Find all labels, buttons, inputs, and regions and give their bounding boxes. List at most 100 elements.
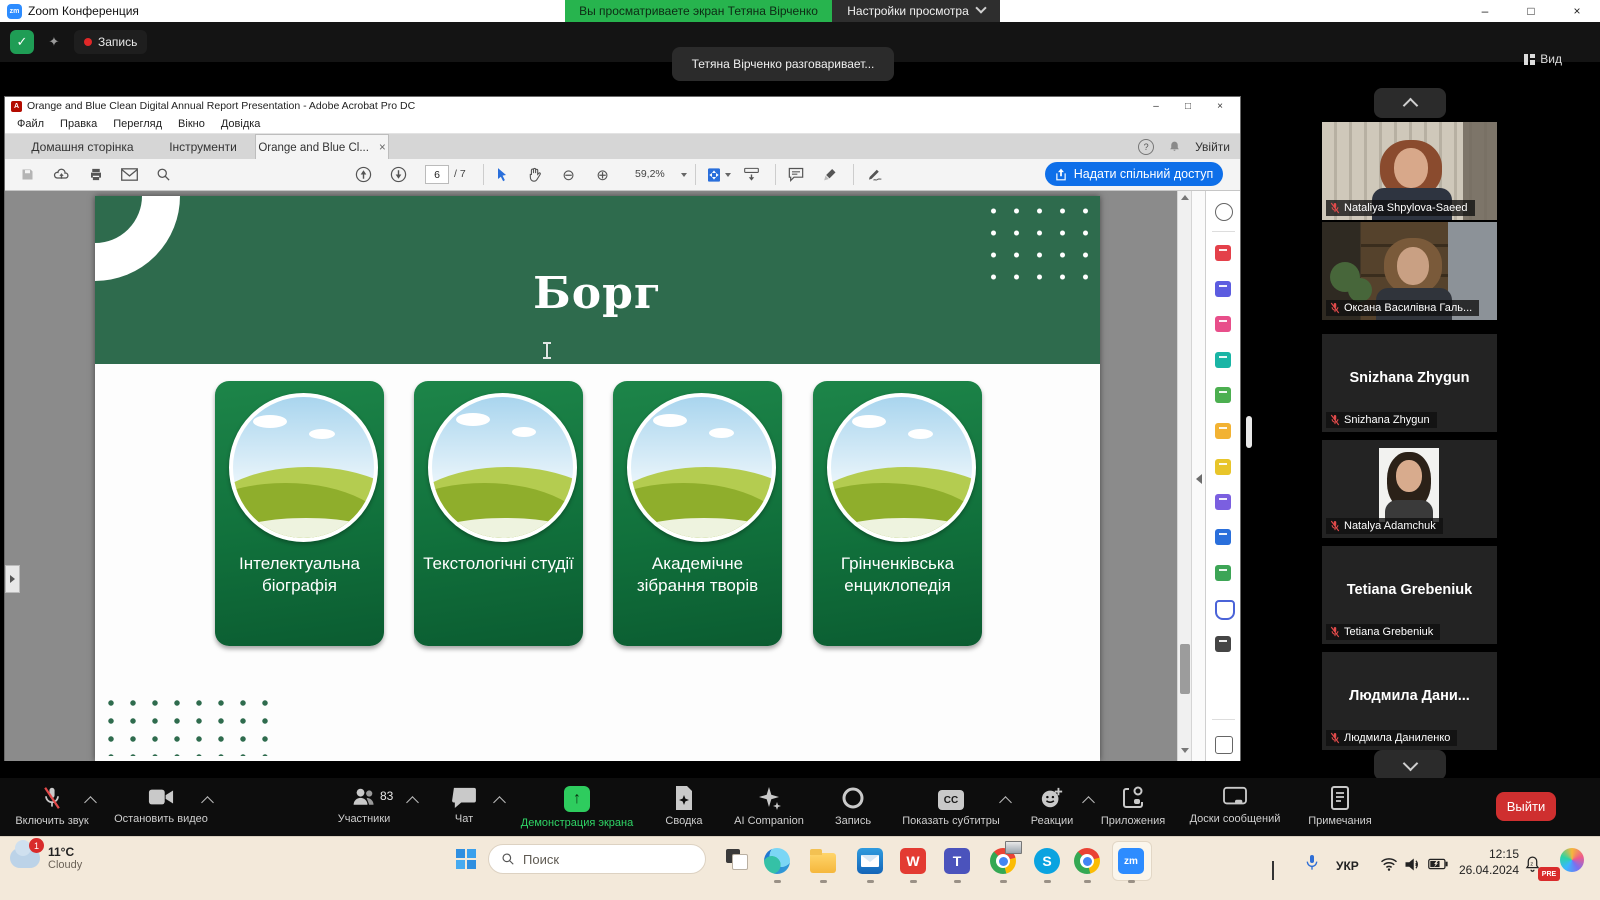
- nav-pane-toggle[interactable]: [5, 565, 20, 593]
- sign-in-button[interactable]: Увійти: [1195, 140, 1230, 154]
- acrobat-minimize-button[interactable]: –: [1140, 97, 1172, 115]
- copilot-icon[interactable]: [1560, 848, 1584, 872]
- taskbar-app-mail[interactable]: [855, 846, 885, 876]
- email-icon[interactable]: [121, 166, 138, 183]
- create-pdf-tool-icon[interactable]: [1215, 281, 1231, 297]
- tray-expand-button[interactable]: [1272, 861, 1274, 879]
- zoom-dropdown-icon[interactable]: [681, 173, 687, 177]
- notes-button[interactable]: Примечания: [1275, 786, 1405, 827]
- scroll-down-icon[interactable]: [1181, 748, 1189, 753]
- export-excel-tool-icon[interactable]: [1215, 529, 1231, 545]
- sign-icon[interactable]: [867, 166, 884, 183]
- speaker-icon[interactable]: [1404, 857, 1422, 872]
- comment-tool-icon[interactable]: [1215, 459, 1231, 475]
- plant: [1348, 278, 1372, 302]
- zoom-out-icon[interactable]: ⊖: [560, 166, 577, 183]
- view-settings-dropdown[interactable]: Настройки просмотра: [832, 0, 1000, 22]
- cloud-upload-icon[interactable]: [53, 166, 70, 183]
- fill-sign-tool-icon[interactable]: [1215, 423, 1231, 439]
- more-tools-icon[interactable]: [1215, 636, 1231, 652]
- minimize-button[interactable]: –: [1462, 0, 1508, 22]
- start-button[interactable]: [456, 849, 476, 869]
- taskbar-app-teams[interactable]: T: [942, 846, 972, 876]
- next-page-icon[interactable]: [390, 166, 407, 183]
- taskbar-app-chrome[interactable]: [1072, 846, 1102, 876]
- scrollbar-thumb[interactable]: [1180, 644, 1190, 694]
- print-icon[interactable]: [87, 166, 104, 183]
- recording-indicator[interactable]: Запись: [74, 30, 147, 54]
- taskbar-app-wps[interactable]: W: [898, 846, 928, 876]
- zoom-in-icon[interactable]: ⊕: [594, 166, 611, 183]
- taskbar-app-skype[interactable]: S: [1032, 846, 1062, 876]
- menu-window[interactable]: Вікно: [178, 118, 205, 130]
- participant-tile[interactable]: Tetiana Grebeniuk Tetiana Grebeniuk: [1322, 546, 1497, 644]
- optimize-pdf-tool-icon[interactable]: [1215, 565, 1231, 581]
- participant-video-tile[interactable]: Оксана Василівна Галь...: [1322, 222, 1497, 320]
- taskbar-app-chrome-window[interactable]: [988, 846, 1018, 876]
- organize-pages-tool-icon[interactable]: [1215, 316, 1231, 332]
- open-panel-icon[interactable]: [1215, 736, 1233, 754]
- menu-file[interactable]: Файл: [17, 118, 44, 130]
- security-shield-icon[interactable]: ✓: [10, 30, 34, 54]
- scroll-participants-down-button[interactable]: [1374, 750, 1446, 780]
- tab-tools[interactable]: Інструменти: [157, 134, 249, 159]
- vertical-scrollbar[interactable]: [1177, 191, 1192, 761]
- measure-tool-icon[interactable]: [1215, 494, 1231, 510]
- menu-view[interactable]: Перегляд: [113, 118, 162, 130]
- tray-mic-icon[interactable]: [1304, 853, 1320, 873]
- combine-files-tool-icon[interactable]: [1215, 387, 1231, 403]
- landscape-image: [627, 393, 776, 542]
- bell-icon[interactable]: [1168, 140, 1181, 153]
- meeting-info-icon[interactable]: ✦: [42, 30, 66, 54]
- taskbar-search-input[interactable]: Поиск: [488, 844, 706, 874]
- edit-pdf-tool-icon[interactable]: [1215, 352, 1231, 368]
- comment-icon[interactable]: [787, 166, 804, 183]
- highlighter-icon[interactable]: [821, 166, 838, 183]
- help-icon[interactable]: ?: [1138, 139, 1154, 155]
- view-button[interactable]: Вид: [1524, 52, 1562, 66]
- participant-tile[interactable]: Людмила Дани... Людмила Даниленко: [1322, 652, 1497, 750]
- page-number-input[interactable]: 6: [425, 165, 449, 184]
- previous-page-icon[interactable]: [355, 166, 372, 183]
- acrobat-maximize-button[interactable]: □: [1172, 97, 1204, 115]
- zoom-level-value[interactable]: 59,2%: [635, 168, 665, 180]
- acrobat-share-button[interactable]: Надати спільний доступ: [1045, 162, 1223, 186]
- menu-help[interactable]: Довідка: [221, 118, 261, 130]
- close-button[interactable]: ×: [1554, 0, 1600, 22]
- resize-handle[interactable]: [1246, 416, 1252, 448]
- weather-widget[interactable]: 1 11°C Cloudy: [10, 845, 82, 871]
- save-icon[interactable]: [19, 166, 36, 183]
- participant-tile[interactable]: Natalya Adamchuk: [1322, 440, 1497, 538]
- scroll-up-icon[interactable]: [1181, 195, 1189, 200]
- language-indicator[interactable]: УКР: [1336, 859, 1359, 873]
- taskbar-app-explorer[interactable]: [808, 846, 838, 876]
- fit-width-icon[interactable]: [743, 166, 760, 183]
- hand-tool-icon[interactable]: [526, 166, 543, 183]
- participant-video-tile[interactable]: Nataliya Shpylova-Saeed: [1322, 122, 1497, 220]
- chat-button[interactable]: Чат: [399, 786, 529, 825]
- scroll-participants-up-button[interactable]: [1374, 88, 1446, 118]
- tab-close-icon[interactable]: ×: [379, 142, 386, 154]
- participant-name: Nataliya Shpylova-Saeed: [1344, 202, 1468, 214]
- leave-meeting-button[interactable]: Выйти: [1496, 792, 1556, 821]
- maximize-button[interactable]: □: [1508, 0, 1554, 22]
- tab-document[interactable]: Orange and Blue Cl... ×: [255, 134, 389, 160]
- tray-clock[interactable]: 12:15 26.04.2024: [1443, 847, 1519, 878]
- taskbar-app-zoom[interactable]: zm: [1116, 846, 1146, 876]
- protect-tool-icon[interactable]: [1215, 600, 1235, 620]
- participant-tile[interactable]: Snizhana Zhygun Snizhana Zhygun: [1322, 334, 1497, 432]
- tab-home[interactable]: Домашня сторінка: [20, 134, 145, 159]
- page-display-icon[interactable]: [705, 166, 722, 183]
- search-icon[interactable]: [155, 166, 172, 183]
- taskbar-app-edge[interactable]: [762, 846, 792, 876]
- export-pdf-tool-icon[interactable]: [1215, 245, 1231, 261]
- panel-collapse-strip[interactable]: [1191, 191, 1206, 761]
- menu-edit[interactable]: Правка: [60, 118, 97, 130]
- record-dot-icon: [84, 38, 92, 46]
- zoom-tool-icon[interactable]: [1215, 203, 1233, 221]
- select-tool-icon[interactable]: [493, 166, 510, 183]
- acrobat-close-button[interactable]: ×: [1204, 97, 1236, 115]
- page-display-dropdown-icon[interactable]: [725, 173, 731, 177]
- task-view-button[interactable]: [726, 849, 748, 869]
- wifi-icon[interactable]: [1380, 857, 1398, 871]
